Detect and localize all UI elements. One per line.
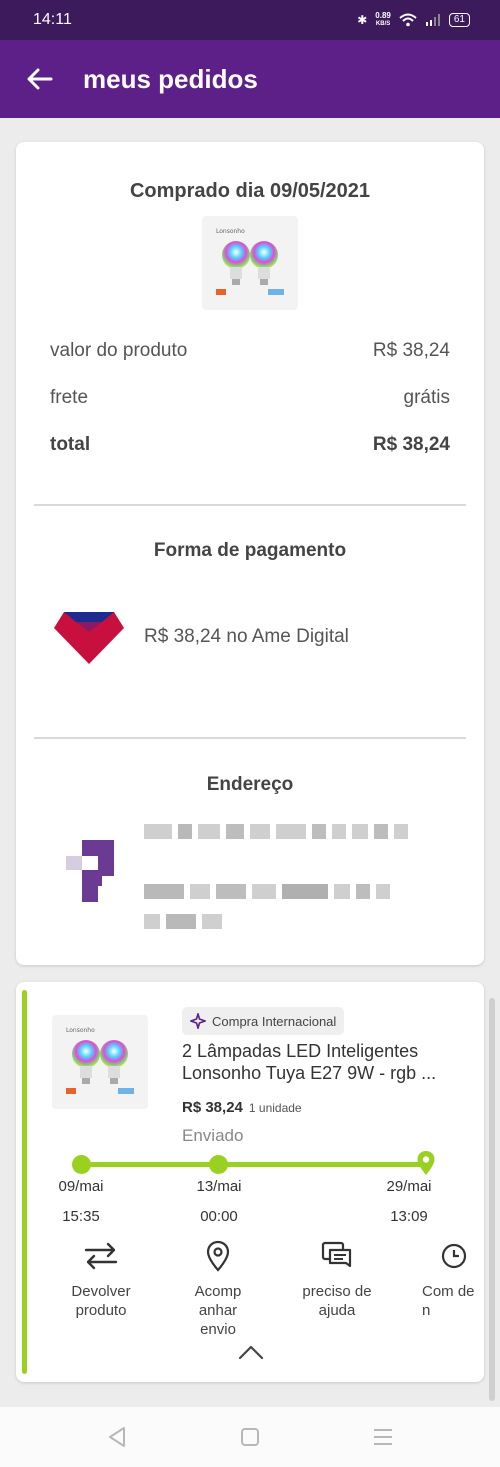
bulbs-image: Lonsonho <box>66 1027 134 1094</box>
address-line <box>144 914 222 929</box>
signal-icon <box>425 14 440 26</box>
home-square-icon[interactable] <box>230 1417 270 1457</box>
product-name[interactable]: 2 Lâmpadas LED Inteligentes Lonsonho Tuy… <box>182 1040 452 1084</box>
svg-text:Lonsonho: Lonsonho <box>66 1027 95 1034</box>
arrow-left-icon[interactable] <box>25 64 55 94</box>
timeline-time: 13:09 <box>390 1208 428 1225</box>
timeline-segment <box>82 1162 220 1167</box>
page-title: meus pedidos <box>83 63 258 94</box>
bulbs-image: Lonsonho <box>216 228 284 295</box>
row-value: grátis <box>403 387 450 408</box>
badge-label: Compra Internacional <box>212 1013 337 1029</box>
row-label: total <box>50 434 91 455</box>
row-label: frete <box>50 387 89 408</box>
shipping-row: frete grátis <box>50 387 450 409</box>
order-price: R$ 38,24 1 unidade <box>182 1099 302 1116</box>
product-value-row: valor do produto R$ 38,24 <box>50 340 450 362</box>
status-time: 14:11 <box>33 11 72 28</box>
exchange-arrows-icon <box>84 1242 118 1270</box>
status-icons: ✱ 0.89 KB/S 61 <box>357 12 470 28</box>
status-strip <box>22 990 27 1374</box>
scrollbar[interactable] <box>489 998 495 1401</box>
menu-lines-icon[interactable] <box>363 1417 403 1457</box>
payment-text: R$ 38,24 no Ame Digital <box>144 626 349 647</box>
timeline-time: 00:00 <box>200 1208 238 1225</box>
battery-icon: 61 <box>448 13 470 27</box>
order-status: Enviado <box>182 1126 244 1145</box>
quantity: 1 unidade <box>248 1101 302 1115</box>
timeline-dot <box>72 1155 91 1174</box>
system-nav-bar <box>0 1407 500 1467</box>
payment-method: R$ 38,24 no Ame Digital <box>52 608 349 666</box>
address-line <box>144 824 408 839</box>
store-logo-icon <box>66 840 114 902</box>
international-badge: Compra Internacional <box>182 1007 345 1035</box>
action-label: Com de n <box>422 1283 475 1319</box>
track-shipment-button[interactable]: Acomp anhar envio <box>172 1238 264 1339</box>
timeline-date: 13/mai <box>196 1178 242 1195</box>
destination-pin-icon <box>417 1151 435 1175</box>
bluetooth-icon: ✱ <box>357 13 368 27</box>
price-value: R$ 38,24 <box>182 1099 243 1116</box>
app-bar: meus pedidos <box>0 40 500 118</box>
location-pin-icon <box>206 1240 230 1272</box>
order-summary-card: Comprado dia 09/05/2021 Lonsonho valor d… <box>16 142 484 965</box>
back-triangle-icon[interactable] <box>97 1417 137 1457</box>
divider <box>34 504 466 506</box>
return-product-button[interactable]: Devolver produto <box>56 1238 146 1320</box>
action-label: Devolver produto <box>71 1283 131 1319</box>
row-value: R$ 38,24 <box>372 434 450 455</box>
timeline-time: 15:35 <box>62 1208 100 1225</box>
status-bar: 14:11 ✱ 0.89 KB/S 61 <box>0 0 500 40</box>
purchase-date: Comprado dia 09/05/2021 <box>129 180 371 202</box>
airplane-icon <box>190 1013 206 1029</box>
need-help-button[interactable]: preciso de ajuda <box>292 1238 382 1320</box>
row-value: R$ 38,24 <box>372 340 450 361</box>
row-label: valor do produto <box>50 340 188 361</box>
refresh-icon <box>441 1243 467 1269</box>
timeline-dot <box>209 1155 228 1174</box>
order-card[interactable]: Lonsonho Compra Internacional 2 Lâmpadas… <box>16 982 484 1382</box>
address-title: Endereço <box>206 774 294 795</box>
payment-title: Forma de pagamento <box>153 540 347 561</box>
timeline-segment <box>220 1162 422 1167</box>
svg-text:Lonsonho: Lonsonho <box>216 228 245 235</box>
timeline-date: 29/mai <box>386 1178 432 1195</box>
order-product-thumbnail[interactable]: Lonsonho <box>52 1015 148 1109</box>
address-line <box>144 884 390 899</box>
chevron-up-icon[interactable] <box>238 1344 264 1360</box>
ame-digital-logo <box>54 612 124 664</box>
network-speed: 0.89 KB/S <box>375 11 391 28</box>
more-action-button[interactable]: Com de n <box>416 1238 484 1320</box>
chat-icon <box>321 1241 352 1268</box>
action-label: preciso de ajuda <box>302 1283 372 1319</box>
product-thumbnail[interactable]: Lonsonho <box>202 216 298 310</box>
action-label: Acomp anhar envio <box>194 1283 242 1338</box>
divider <box>34 737 466 739</box>
timeline-date: 09/mai <box>58 1178 104 1195</box>
wifi-icon <box>399 13 417 27</box>
total-row: total R$ 38,24 <box>50 434 450 456</box>
